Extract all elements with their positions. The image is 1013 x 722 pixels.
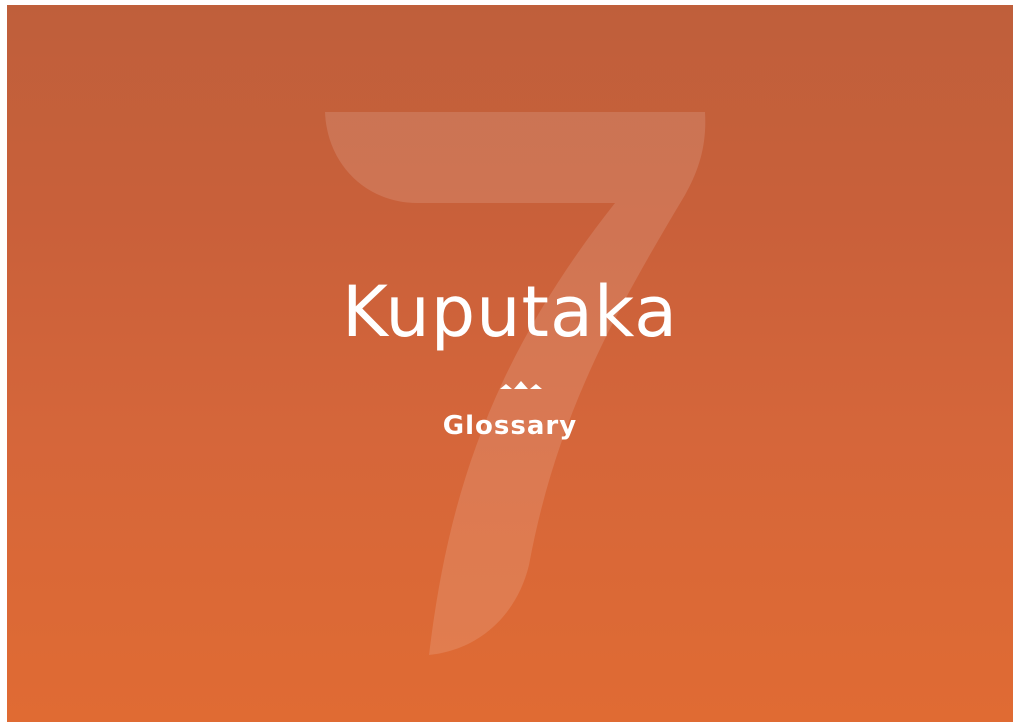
chapter-title: Kuputaka [341,271,679,353]
chapter-subtitle: Glossary [442,411,578,441]
chapter-cover-page: Kuputaka Glossary [7,5,1013,722]
triple-peak-ornament-icon [500,381,542,389]
chapter-number-numeral [325,112,706,655]
